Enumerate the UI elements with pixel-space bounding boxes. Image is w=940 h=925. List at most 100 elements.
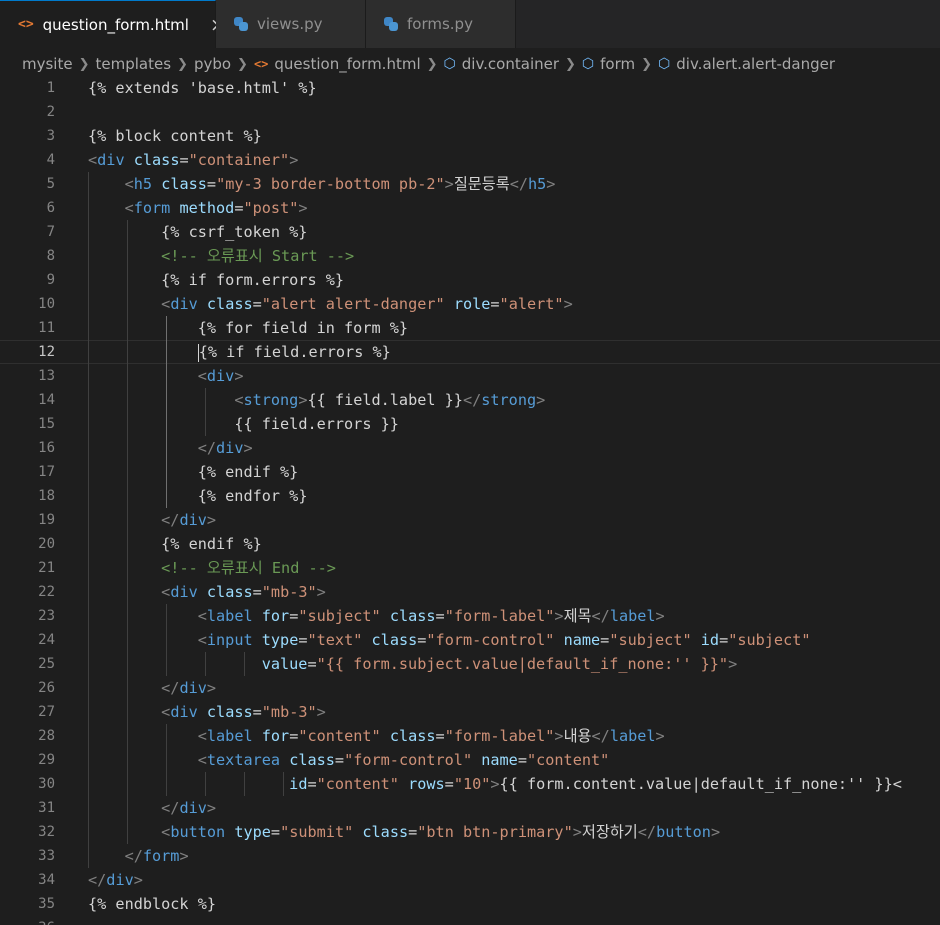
code-text: {% endif %} <box>161 535 262 553</box>
tab-label: views.py <box>257 15 323 33</box>
code-text: <textarea class="form-control" name="con… <box>197 751 610 769</box>
symbol-cube-icon: ⬡ <box>658 56 671 72</box>
breadcrumb-item-div-container[interactable]: div.container <box>462 55 559 73</box>
tab-bar-empty-area <box>516 0 940 48</box>
line-number: 19 <box>38 512 55 528</box>
code-line: 3 {% block content %} <box>0 124 940 148</box>
code-line: 4 <div class="container"> <box>0 148 940 172</box>
breadcrumb: mysite ❯ templates ❯ pybo ❯ <> question_… <box>0 50 940 78</box>
line-number: 29 <box>38 752 55 768</box>
line-number: 26 <box>38 680 55 696</box>
chevron-right-icon: ❯ <box>641 56 653 72</box>
editor-tab-bar: <> question_form.html × views.py forms.p… <box>0 0 940 48</box>
line-number: 17 <box>38 464 55 480</box>
line-number: 11 <box>38 320 55 336</box>
code-line: 14 <strong>{{ field.label }}</strong> <box>0 388 940 412</box>
code-text: {% endfor %} <box>197 487 308 505</box>
code-line: 8 <!-- 오류표시 Start --> <box>0 244 940 268</box>
line-number: 8 <box>46 248 55 264</box>
code-text: {% block content %} <box>88 127 262 145</box>
python-file-icon <box>384 17 398 31</box>
line-number: 5 <box>46 176 55 192</box>
line-number: 23 <box>38 608 55 624</box>
code-line: 25 value="{{ form.subject.value|default_… <box>0 652 940 676</box>
code-line: 2 <box>0 100 940 124</box>
code-text: <label for="subject" class="form-label">… <box>197 607 665 625</box>
code-line: 36 <box>0 916 940 925</box>
code-line: 10 <div class="alert alert-danger" role=… <box>0 292 940 316</box>
breadcrumb-item-templates[interactable]: templates <box>96 55 172 73</box>
code-line: 23 <label for="subject" class="form-labe… <box>0 604 940 628</box>
line-number: 32 <box>38 824 55 840</box>
line-number: 9 <box>46 272 55 288</box>
code-text: <form method="post"> <box>124 199 308 217</box>
chevron-right-icon: ❯ <box>237 56 248 72</box>
breadcrumb-item-mysite[interactable]: mysite <box>22 55 73 73</box>
breadcrumb-item-pybo[interactable]: pybo <box>194 55 231 73</box>
line-number: 35 <box>38 896 55 912</box>
code-line: 18 {% endfor %} <box>0 484 940 508</box>
code-line: 21 <!-- 오류표시 End --> <box>0 556 940 580</box>
line-number: 4 <box>46 152 55 168</box>
code-text: <h5 class="my-3 border-bottom pb-2">질문등록… <box>124 175 556 193</box>
code-line: 13 <div> <box>0 364 940 388</box>
line-number: 15 <box>38 416 55 432</box>
code-line: 32 <button type="submit" class="btn btn-… <box>0 820 940 844</box>
line-number: 34 <box>38 872 55 888</box>
code-line: 34 </div> <box>0 868 940 892</box>
chevron-right-icon: ❯ <box>565 56 576 72</box>
tab-question-form-html[interactable]: <> question_form.html × <box>0 0 226 48</box>
code-text: <div class="mb-3"> <box>161 583 326 601</box>
line-number: 36 <box>0 916 55 925</box>
breadcrumb-item-file[interactable]: question_form.html <box>274 55 420 73</box>
chevron-right-icon: ❯ <box>177 56 188 72</box>
tab-views-py[interactable]: views.py <box>216 0 366 48</box>
line-number: 10 <box>38 296 55 312</box>
code-line: 17 {% endif %} <box>0 460 940 484</box>
code-comment: <!-- 오류표시 End --> <box>161 559 336 577</box>
symbol-cube-icon: ⬡ <box>443 56 456 72</box>
code-text: id="content" rows="10">{{ form.content.v… <box>289 775 902 793</box>
code-line: 9 {% if form.errors %} <box>0 268 940 292</box>
code-text: {% extends 'base.html' %} <box>88 79 317 97</box>
line-number: 7 <box>46 224 55 240</box>
line-number: 27 <box>38 704 55 720</box>
tab-forms-py[interactable]: forms.py <box>366 0 516 48</box>
code-line: 28 <label for="content" class="form-labe… <box>0 724 940 748</box>
code-line: 11 {% for field in form %} <box>0 316 940 340</box>
line-number: 31 <box>38 800 55 816</box>
code-text: <button type="submit" class="btn btn-pri… <box>161 823 721 841</box>
code-text: </div> <box>161 511 217 529</box>
chevron-right-icon: ❯ <box>78 56 90 72</box>
code-line: 24 <input type="text" class="form-contro… <box>0 628 940 652</box>
code-line: 29 <textarea class="form-control" name="… <box>0 748 940 772</box>
code-text: {% endblock %} <box>88 895 217 913</box>
code-line: 7 {% csrf_token %} <box>0 220 940 244</box>
code-text: </form> <box>124 847 189 865</box>
code-line: 19 </div> <box>0 508 940 532</box>
code-line-current: 12 {% if field.errors %} <box>0 340 940 364</box>
code-line: 31 </div> <box>0 796 940 820</box>
line-number: 3 <box>46 128 55 144</box>
code-editor[interactable]: 1 {% extends 'base.html' %} 2 3 {% block… <box>0 76 940 925</box>
python-file-icon <box>234 17 248 31</box>
code-text: {% csrf_token %} <box>161 223 308 241</box>
line-number: 6 <box>46 200 55 216</box>
code-text: {% endif %} <box>197 463 299 481</box>
code-comment: <!-- 오류표시 Start --> <box>161 247 355 265</box>
html-file-icon: <> <box>18 17 34 32</box>
code-text: {% if field.errors %} <box>197 343 391 362</box>
code-text: <div class="container"> <box>88 151 299 169</box>
html-file-icon: <> <box>253 57 269 71</box>
code-text: </div> <box>88 871 143 889</box>
code-text: </div> <box>197 439 253 457</box>
tab-label: question_form.html <box>42 15 189 34</box>
breadcrumb-item-form[interactable]: form <box>600 55 635 73</box>
breadcrumb-item-div-alert[interactable]: div.alert.alert-danger <box>676 55 835 73</box>
code-line: 15 {{ field.errors }} <box>0 412 940 436</box>
line-number: 24 <box>38 632 55 648</box>
line-number: 14 <box>38 392 55 408</box>
code-text: value="{{ form.subject.value|default_if_… <box>261 655 738 673</box>
code-text: <div> <box>197 367 244 385</box>
code-line: 26 </div> <box>0 676 940 700</box>
